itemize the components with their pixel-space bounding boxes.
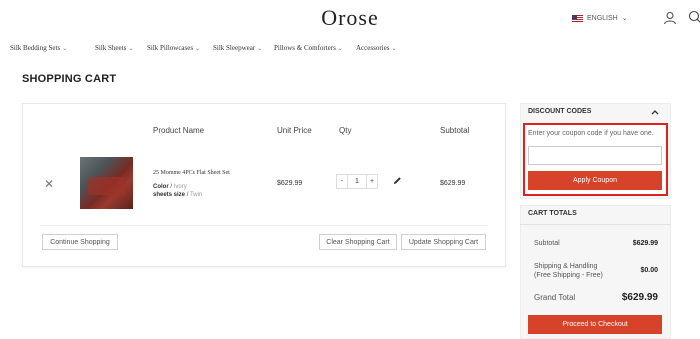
nav-item-silk-pillowcases[interactable]: Silk Pillowcases ⌄	[147, 44, 200, 52]
header-product-name: Product Name	[153, 126, 205, 135]
apply-coupon-button[interactable]: Apply Coupon	[528, 171, 662, 190]
search-icon[interactable]	[688, 10, 700, 24]
subtotal-label: Subtotal	[534, 240, 560, 247]
continue-shopping-button[interactable]: Continue Shopping	[42, 234, 118, 250]
product-size: sheets size / Twin	[153, 192, 203, 198]
header-unit-price: Unit Price	[277, 126, 312, 135]
cart-totals-title: CART TOTALS	[528, 210, 577, 217]
chevron-down-icon: ⌄	[391, 45, 397, 52]
divider	[520, 224, 671, 225]
qty-decrement-button[interactable]: -	[336, 174, 348, 189]
nav-item-silk-bedding-sets[interactable]: Silk Bedding Sets ⌄	[10, 44, 67, 52]
chevron-up-icon[interactable]	[651, 109, 659, 115]
user-icon[interactable]	[663, 11, 677, 25]
clear-cart-button[interactable]: Clear Shopping Cart	[319, 234, 397, 250]
product-thumbnail[interactable]	[80, 157, 133, 209]
nav-item-silk-sleepwear[interactable]: Silk Sleepwear ⌄	[213, 44, 262, 52]
chevron-down-icon: ⌄	[128, 45, 134, 52]
chevron-down-icon: ⌄	[195, 45, 201, 52]
subtotal-row: Subtotal $629.99	[534, 240, 658, 247]
header-subtotal: Subtotal	[440, 126, 470, 135]
divider	[41, 225, 487, 226]
cart-table: Product Name Unit Price Qty Subtotal ✕ 2…	[22, 103, 506, 267]
grand-total-value: $629.99	[621, 292, 658, 303]
nav-item-pillows-comforters[interactable]: Pillows & Comforters ⌄	[274, 44, 343, 52]
shipping-label: Shipping & Handling (Free Shipping - Fre…	[534, 263, 603, 279]
qty-increment-button[interactable]: +	[366, 174, 378, 189]
nav-item-silk-sheets[interactable]: Silk Sheets ⌄	[95, 44, 133, 52]
subtotal-value: $629.99	[632, 240, 658, 247]
coupon-instructions: Enter your coupon code if you have one.	[528, 130, 654, 137]
chevron-down-icon: ⌄	[257, 45, 263, 52]
grand-total-label: Grand Total	[534, 293, 576, 302]
item-subtotal-value: $629.99	[440, 180, 466, 187]
discount-codes-title[interactable]: DISCOUNT CODES	[528, 108, 591, 115]
us-flag-icon	[572, 14, 583, 22]
header-qty: Qty	[339, 126, 352, 135]
language-selector[interactable]: ENGLISH ⌄	[572, 14, 628, 22]
pencil-icon[interactable]	[393, 176, 402, 185]
shipping-row: Shipping & Handling (Free Shipping - Fre…	[534, 262, 658, 280]
product-name-link[interactable]: 25 Momme 4PCs Flat Sheet Set	[153, 170, 230, 176]
chevron-down-icon: ⌄	[337, 45, 343, 52]
shipping-value: $0.00	[640, 267, 658, 274]
coupon-code-input[interactable]	[528, 146, 662, 165]
proceed-to-checkout-button[interactable]: Proceed to Checkout	[528, 315, 662, 334]
color-value: Ivory	[173, 184, 187, 190]
update-cart-button[interactable]: Update Shopping Cart	[401, 234, 486, 250]
size-label: sheets size	[153, 192, 186, 198]
unit-price-value: $629.99	[277, 180, 303, 187]
color-label: Color	[153, 184, 169, 190]
chevron-down-icon: ⌄	[62, 45, 68, 52]
language-label: ENGLISH	[587, 14, 618, 22]
product-color: Color / Ivory	[153, 184, 187, 190]
quantity-stepper: - 1 +	[336, 174, 378, 189]
nav-item-accessories[interactable]: Accessories ⌄	[356, 44, 396, 52]
page-title: SHOPPING CART	[22, 73, 117, 85]
grand-total-row: Grand Total $629.99	[534, 292, 658, 303]
size-value: Twin	[189, 192, 203, 198]
qty-input[interactable]: 1	[348, 174, 366, 189]
chevron-down-icon: ⌄	[621, 15, 628, 22]
remove-item-icon[interactable]: ✕	[44, 177, 54, 191]
